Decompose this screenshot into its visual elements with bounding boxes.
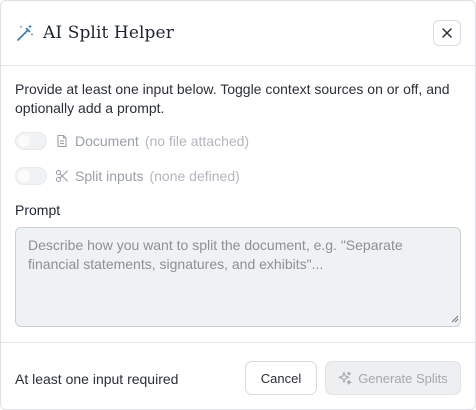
close-button[interactable] <box>433 20 461 46</box>
document-status: (no file attached) <box>144 133 250 149</box>
document-icon <box>55 134 69 148</box>
split-inputs-label: Split inputs <box>75 168 144 184</box>
document-toggle[interactable] <box>15 132 47 150</box>
generate-splits-label: Generate Splits <box>358 370 448 386</box>
input-required-note: At least one input required <box>15 371 179 387</box>
document-label: Document <box>75 133 139 149</box>
split-inputs-status: (none defined) <box>149 168 240 184</box>
prompt-textarea[interactable] <box>15 227 461 327</box>
ai-split-helper-dialog: AI Split Helper Provide at least one inp… <box>0 0 476 410</box>
generate-splits-button[interactable]: Generate Splits <box>325 361 461 395</box>
magic-wand-icon <box>15 23 35 43</box>
close-icon <box>442 28 452 38</box>
dialog-header: AI Split Helper <box>1 1 475 66</box>
split-inputs-toggle[interactable] <box>15 167 47 185</box>
scissors-icon <box>55 169 69 183</box>
source-row-split-inputs: Split inputs (none defined) <box>15 166 240 186</box>
resize-grip-icon[interactable] <box>451 315 459 323</box>
dialog-footer: At least one input required Cancel Gener… <box>1 342 475 410</box>
cancel-button[interactable]: Cancel <box>245 361 317 395</box>
toggle-knob <box>18 135 30 147</box>
toggle-knob <box>18 170 30 182</box>
sparkles-icon <box>338 371 352 385</box>
dialog-title: AI Split Helper <box>43 23 174 43</box>
dialog-description: Provide at least one input below. Toggle… <box>15 81 450 116</box>
prompt-label: Prompt <box>15 202 61 218</box>
source-row-document: Document (no file attached) <box>15 131 249 151</box>
